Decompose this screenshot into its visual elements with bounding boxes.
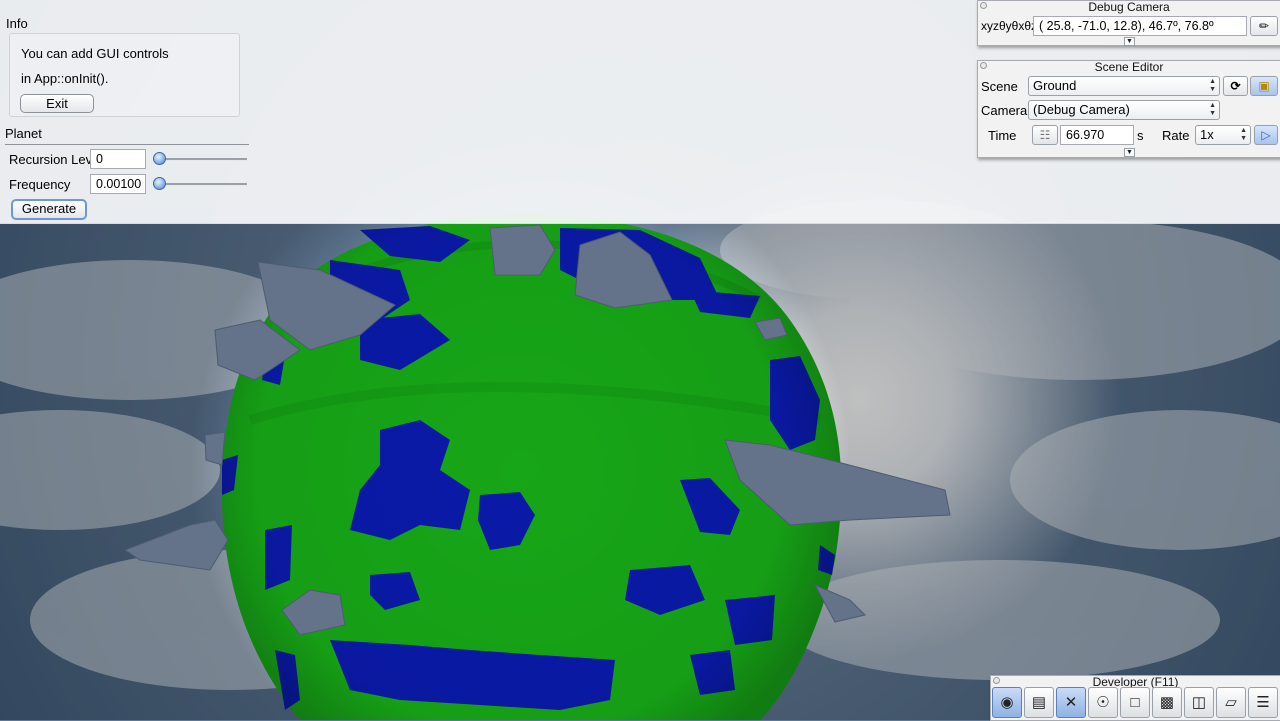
- info-text-line1: You can add GUI controls: [21, 46, 169, 61]
- planet-panel-title: Planet: [5, 126, 42, 141]
- close-icon[interactable]: [980, 2, 987, 9]
- generate-button[interactable]: Generate: [11, 199, 87, 220]
- time-field[interactable]: 66.970: [1060, 125, 1134, 145]
- rate-dropdown[interactable]: 1x ▲ ▼: [1195, 125, 1251, 145]
- camera-coord-label: xyzθyθxθz: [981, 19, 1038, 33]
- close-icon[interactable]: [980, 62, 987, 69]
- console-icon: ▩: [1159, 694, 1175, 711]
- camera-label: Camera: [981, 103, 1028, 118]
- planet-panel-divider: [5, 144, 249, 145]
- chevron-down-icon: ▼: [1126, 38, 1133, 45]
- profiler-icon: ▱: [1225, 694, 1237, 711]
- play-button[interactable]: ▷: [1254, 125, 1278, 145]
- video-record-tool-button[interactable]: ▤: [1024, 687, 1054, 718]
- debug-camera-title-bar[interactable]: Debug Camera: [978, 1, 1280, 13]
- reload-icon: ⟳: [1230, 79, 1241, 93]
- scene-editor-tool-button[interactable]: ✕: [1056, 687, 1086, 718]
- recursion-level-label: Recursion Level: [9, 152, 103, 167]
- film-icon: ☷: [1039, 128, 1051, 142]
- camera-dropdown[interactable]: (Debug Camera) ▲ ▼: [1028, 100, 1220, 120]
- info-panel-title: Info: [6, 16, 28, 31]
- camera-control-tool-button[interactable]: ☉: [1088, 687, 1118, 718]
- lock-icon: ▣: [1258, 79, 1270, 93]
- scene-graph-icon: ◫: [1191, 694, 1207, 711]
- recursion-level-slider[interactable]: [153, 158, 247, 161]
- wrench-icon: ✕: [1064, 694, 1078, 711]
- scene-editor-title-bar[interactable]: Scene Editor: [978, 61, 1280, 73]
- recursion-level-field[interactable]: 0: [90, 149, 146, 169]
- clapperboard-icon: ▤: [1031, 694, 1047, 711]
- updown-icon: ▲ ▼: [1209, 102, 1216, 117]
- updown-icon: ▲ ▼: [1240, 127, 1247, 142]
- time-unit: s: [1137, 128, 1144, 143]
- scene-editor-window: Scene Editor Scene Ground ▲ ▼ ⟳ ▣ Camera …: [977, 60, 1280, 158]
- scene-graph-tool-button[interactable]: ◫: [1184, 687, 1214, 718]
- new-window-tool-button[interactable]: □: [1120, 687, 1150, 718]
- compass-icon: ☉: [1096, 694, 1110, 711]
- debug-camera-window: Debug Camera xyzθyθxθz ( 25.8, -71.0, 12…: [977, 0, 1280, 46]
- close-icon[interactable]: [993, 677, 1000, 684]
- frequency-field[interactable]: 0.00100: [90, 174, 146, 194]
- debug-camera-expand-button[interactable]: ▼: [1124, 37, 1135, 46]
- info-text-line2: in App::onInit().: [21, 71, 109, 86]
- time-reset-button[interactable]: ☷: [1032, 125, 1058, 145]
- frequency-slider-thumb[interactable]: [153, 177, 166, 190]
- debug-camera-title: Debug Camera: [1088, 0, 1170, 14]
- camera-coordinates-field[interactable]: ( 25.8, -71.0, 12.8), 46.7º, 76.8º: [1033, 16, 1247, 36]
- console-tool-button[interactable]: ▩: [1152, 687, 1182, 718]
- rate-label: Rate: [1162, 128, 1190, 143]
- time-label: Time: [988, 128, 1017, 143]
- rate-dropdown-value: 1x: [1200, 127, 1214, 142]
- scene-editor-title: Scene Editor: [1094, 60, 1164, 74]
- scene-dropdown-value: Ground: [1033, 78, 1077, 93]
- camera-dropdown-value: (Debug Camera): [1033, 102, 1130, 117]
- profiler-tool-button[interactable]: ▱: [1216, 687, 1246, 718]
- play-icon: ▷: [1261, 128, 1271, 142]
- camera-icon: ◉: [1000, 694, 1014, 711]
- frequency-label: Frequency: [9, 177, 71, 192]
- scene-dropdown[interactable]: Ground ▲ ▼: [1028, 76, 1220, 96]
- lock-scene-button[interactable]: ▣: [1250, 76, 1278, 96]
- camera-link-button[interactable]: ✏: [1250, 16, 1278, 36]
- frequency-slider[interactable]: [153, 183, 247, 186]
- reload-scene-button[interactable]: ⟳: [1223, 76, 1248, 96]
- log-icon: ☰: [1256, 694, 1270, 711]
- new-window-icon: □: [1130, 694, 1140, 711]
- link-icon: ✏: [1258, 19, 1270, 33]
- chevron-down-icon: ▼: [1126, 149, 1133, 156]
- recursion-level-slider-thumb[interactable]: [153, 152, 166, 165]
- scene-editor-expand-button[interactable]: ▼: [1124, 148, 1135, 157]
- exit-button[interactable]: Exit: [20, 94, 94, 113]
- camera-tool-button[interactable]: ◉: [992, 687, 1022, 718]
- scene-label: Scene: [981, 79, 1018, 94]
- updown-icon: ▲ ▼: [1209, 78, 1216, 93]
- log-tool-button[interactable]: ☰: [1248, 687, 1278, 718]
